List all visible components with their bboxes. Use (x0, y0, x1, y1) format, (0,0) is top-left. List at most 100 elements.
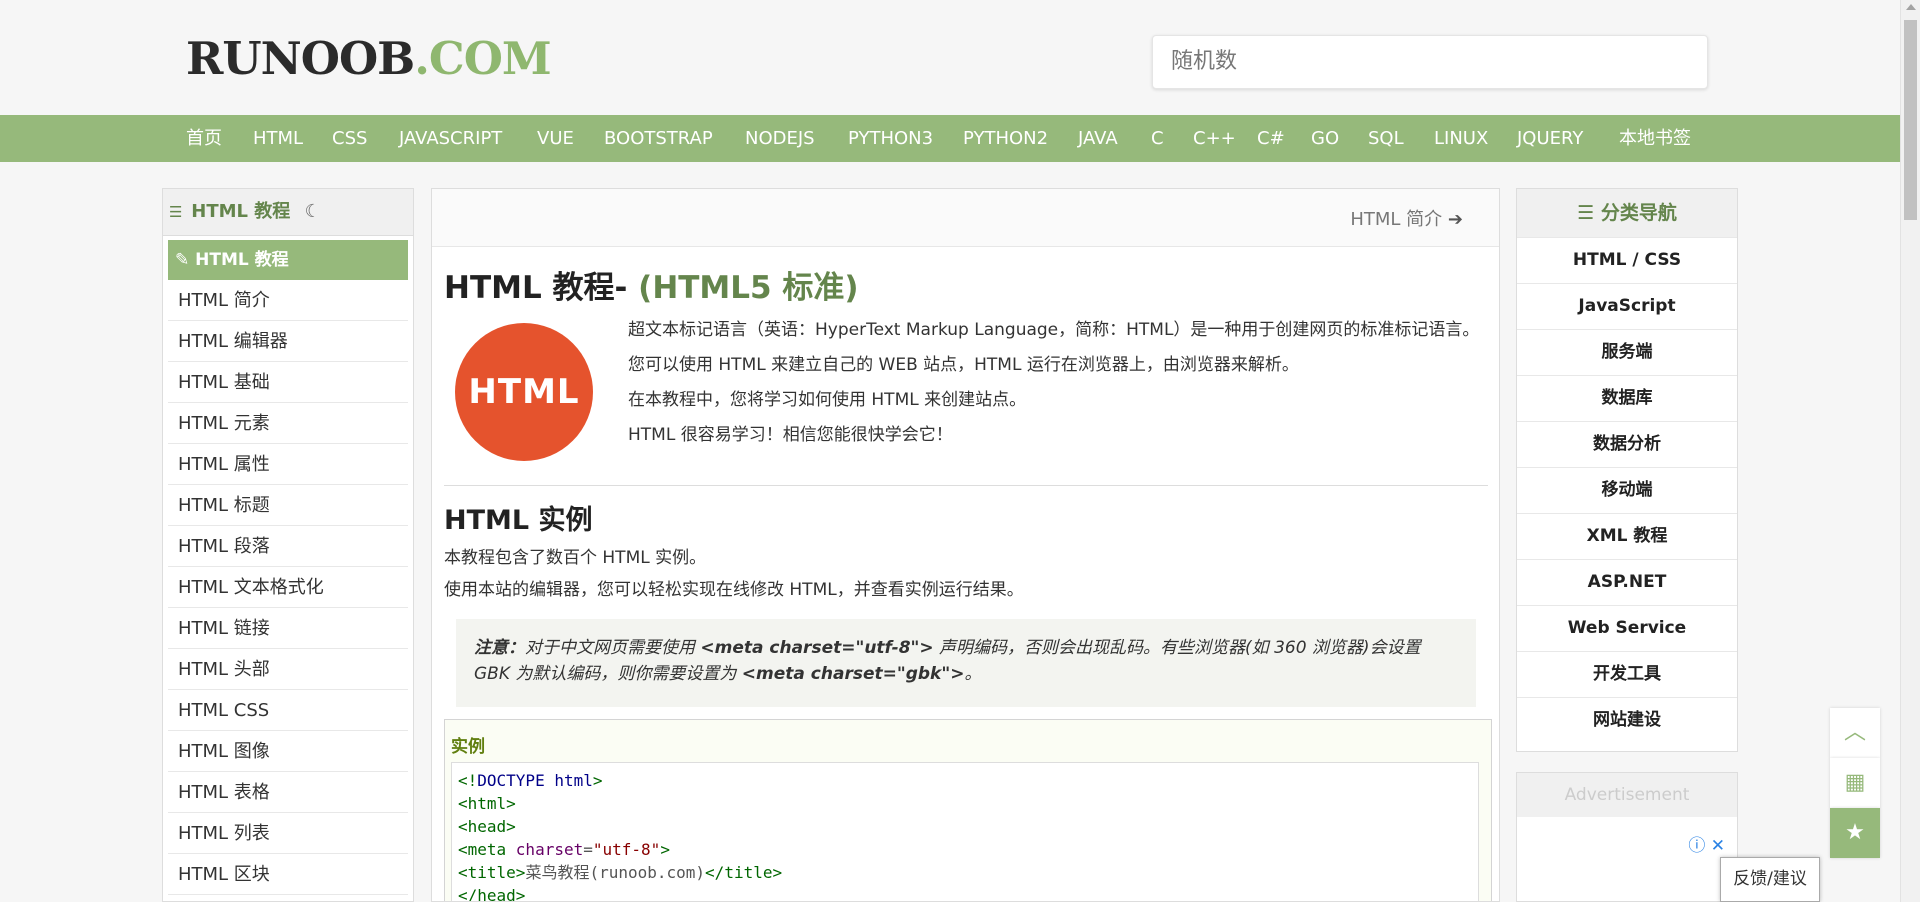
intro-line: HTML 很容易学习！相信您能很快学会它！ (628, 425, 953, 445)
sidebar-item-css[interactable]: HTML CSS (168, 690, 408, 731)
page-scrollbar[interactable] (1900, 0, 1920, 902)
info-icon[interactable]: ⓘ (1688, 836, 1705, 856)
category-item[interactable]: 移动端 (1517, 467, 1737, 513)
intro-line: 在本教程中，您将学习如何使用 HTML 来创建站点。 (628, 390, 1027, 410)
nav-item-csharp[interactable]: C# (1257, 115, 1285, 162)
section-line: 使用本站的编辑器，您可以轻松实现在线修改 HTML，并查看实例运行结果。 (444, 580, 1024, 600)
category-nav-header: ☰ 分类导航 (1517, 189, 1737, 237)
site-logo[interactable]: RUNOOB.COM (186, 32, 552, 85)
next-page-link[interactable]: HTML 简介 ➔ (1350, 205, 1463, 231)
note-code: <meta charset="gbk"> (741, 664, 965, 684)
nav-item-bootstrap[interactable]: BOOTSTRAP (604, 115, 713, 162)
note-box: 注意：对于中文网页需要使用 <meta charset="utf-8"> 声明编… (456, 619, 1476, 707)
qr-code-button[interactable]: ▦ (1830, 758, 1880, 808)
category-item[interactable]: 网站建设 (1517, 697, 1737, 743)
feedback-button[interactable]: 反馈/建议 (1720, 857, 1820, 902)
nav-item-python2[interactable]: PYTHON2 (963, 115, 1048, 162)
category-item[interactable]: HTML / CSS (1517, 237, 1737, 283)
sidebar-list: HTML 简介 HTML 编辑器 HTML 基础 HTML 元素 HTML 属性… (168, 280, 408, 895)
next-page-label: HTML 简介 (1350, 209, 1443, 230)
category-item[interactable]: JavaScript (1517, 283, 1737, 329)
code-line: <title>菜鸟教程(runoob.com)</title> (458, 863, 783, 882)
category-item[interactable]: 数据库 (1517, 375, 1737, 421)
nav-item-vue[interactable]: VUE (537, 115, 574, 162)
nav-item-nodejs[interactable]: NODEJS (745, 115, 815, 162)
advertisement-box: Advertisement ⓘ ✕ (1516, 772, 1738, 902)
search-input[interactable] (1152, 35, 1708, 89)
sidebar-item-images[interactable]: HTML 图像 (168, 731, 408, 772)
page-title-main: HTML 教程- (444, 270, 628, 306)
code-line: <head> (458, 817, 516, 836)
example-label: 实例 (451, 737, 485, 757)
bookmark-button[interactable]: ★ (1830, 808, 1880, 858)
code-line: <!DOCTYPE html> (458, 771, 603, 790)
category-item[interactable]: 服务端 (1517, 329, 1737, 375)
nav-item-sql[interactable]: SQL (1368, 115, 1404, 162)
back-to-top-button[interactable]: ︿ (1830, 708, 1880, 758)
sidebar-header: ☰ HTML 教程 ☾ (163, 189, 413, 236)
sidebar-item-attributes[interactable]: HTML 属性 (168, 444, 408, 485)
sidebar-item-active[interactable]: ✎ HTML 教程 (168, 240, 408, 280)
html-logo: HTML (455, 323, 593, 461)
star-icon: ★ (1845, 820, 1865, 845)
sidebar-item-basics[interactable]: HTML 基础 (168, 362, 408, 403)
nav-item-java[interactable]: JAVA (1078, 115, 1118, 162)
sidebar-item-head[interactable]: HTML 头部 (168, 649, 408, 690)
header: RUNOOB.COM (0, 0, 1900, 115)
moon-icon[interactable]: ☾ (305, 201, 321, 222)
ad-controls: ⓘ ✕ (1688, 831, 1725, 856)
logo-main: RUNOOB (186, 32, 415, 85)
code-line: <meta charset="utf-8"> (458, 840, 670, 859)
scroll-up-icon[interactable] (1906, 4, 1916, 10)
sidebar-item-headings[interactable]: HTML 标题 (168, 485, 408, 526)
sidebar-item-blocks[interactable]: HTML 区块 (168, 854, 408, 895)
note-label: 注意： (474, 638, 525, 658)
sidebar-item-formatting[interactable]: HTML 文本格式化 (168, 567, 408, 608)
nav-item-css[interactable]: CSS (332, 115, 367, 162)
sidebar-item-tables[interactable]: HTML 表格 (168, 772, 408, 813)
example-box: 实例 <!DOCTYPE html> <html> <head> <meta c… (444, 719, 1492, 902)
nav-item-linux[interactable]: LINUX (1434, 115, 1488, 162)
page-title: HTML 教程- (HTML5 标准) (444, 262, 859, 307)
nav-item-c[interactable]: C (1151, 115, 1164, 162)
top-nav: 首页 HTML CSS JAVASCRIPT VUE BOOTSTRAP NOD… (0, 115, 1900, 162)
right-sidebar: ☰ 分类导航 HTML / CSS JavaScript 服务端 数据库 数据分… (1516, 188, 1738, 752)
sidebar-item-elements[interactable]: HTML 元素 (168, 403, 408, 444)
nav-item-jquery[interactable]: JQUERY (1517, 115, 1583, 162)
intro-text: 超文本标记语言（英语：HyperText Markup Language，简称：… (628, 313, 1488, 453)
code-line: <html> (458, 794, 516, 813)
category-nav-title: 分类导航 (1600, 202, 1677, 224)
intro-line: 您可以使用 HTML 来建立自己的 WEB 站点，HTML 运行在浏览器上，由浏… (628, 355, 1299, 375)
nav-item-cpp[interactable]: C++ (1193, 115, 1236, 162)
logo-suffix: .COM (414, 32, 551, 85)
nav-item-html[interactable]: HTML (253, 115, 303, 162)
nav-item-bookmarks[interactable]: 本地书签 (1619, 115, 1691, 162)
sidebar-active-label: HTML 教程 (195, 250, 289, 270)
category-item[interactable]: XML 教程 (1517, 513, 1737, 559)
nav-item-home[interactable]: 首页 (186, 115, 222, 162)
nav-item-python3[interactable]: PYTHON3 (848, 115, 933, 162)
category-item[interactable]: 开发工具 (1517, 651, 1737, 697)
list-icon: ☰ (1577, 202, 1595, 224)
sidebar-item-paragraphs[interactable]: HTML 段落 (168, 526, 408, 567)
sidebar-item-intro[interactable]: HTML 简介 (168, 280, 408, 321)
scroll-thumb[interactable] (1904, 20, 1917, 220)
left-sidebar: ☰ HTML 教程 ☾ ✎ HTML 教程 HTML 简介 HTML 编辑器 H… (162, 188, 414, 902)
code-block[interactable]: <!DOCTYPE html> <html> <head> <meta char… (451, 762, 1479, 902)
nav-item-javascript[interactable]: JAVASCRIPT (399, 115, 502, 162)
advertisement-label: Advertisement (1517, 773, 1737, 817)
note-text: 对于中文网页需要使用 (525, 638, 701, 658)
category-item[interactable]: ASP.NET (1517, 559, 1737, 605)
qr-code-icon: ▦ (1844, 770, 1866, 795)
section-line: 本教程包含了数百个 HTML 实例。 (444, 548, 707, 568)
close-icon[interactable]: ✕ (1711, 836, 1725, 856)
code-line: </head> (458, 886, 526, 902)
sidebar-item-lists[interactable]: HTML 列表 (168, 813, 408, 854)
category-item[interactable]: Web Service (1517, 605, 1737, 651)
category-item[interactable]: 数据分析 (1517, 421, 1737, 467)
nav-item-go[interactable]: GO (1311, 115, 1339, 162)
sidebar-item-links[interactable]: HTML 链接 (168, 608, 408, 649)
intro-line: 超文本标记语言（英语：HyperText Markup Language，简称：… (628, 320, 1480, 340)
article-nav-bar: HTML 简介 ➔ (432, 189, 1499, 247)
sidebar-item-editor[interactable]: HTML 编辑器 (168, 321, 408, 362)
